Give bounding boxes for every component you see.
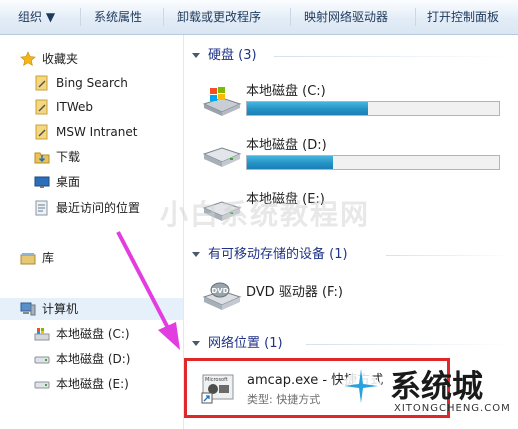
group-header-hard-disks[interactable]: 硬盘 (3) (192, 46, 257, 66)
drive-tile-c[interactable]: 本地磁盘 (C:) (202, 80, 512, 124)
drive-tile-d[interactable]: 本地磁盘 (D:) (202, 134, 512, 178)
toolbar-separator (415, 8, 416, 26)
collapse-arrow-icon (192, 53, 200, 58)
icon-microsoft-text: Microsoft (205, 377, 228, 383)
nav-item-label: 最近访问的位置 (56, 201, 141, 215)
nav-libraries-label: 库 (42, 251, 55, 265)
command-bar: 组织 ▼ 系统属性 卸载或更改程序 映射网络驱动器 打开控制面板 (0, 0, 518, 35)
nav-item-label: Bing Search (56, 76, 128, 90)
capacity-bar (246, 155, 500, 170)
nav-item-label: MSW Intranet (56, 125, 138, 139)
capacity-bar-fill (247, 156, 333, 169)
toolbar-separator (163, 8, 164, 26)
capacity-bar-fill (247, 102, 368, 115)
drive-name: 本地磁盘 (D:) (246, 138, 327, 153)
drive-name: 本地磁盘 (C:) (246, 84, 326, 99)
brand-logo: 系统城 XITONGCHENG.COM (328, 355, 518, 429)
nav-item-label: 本地磁盘 (C:) (56, 327, 130, 341)
drive-icon (202, 147, 242, 167)
group-header-label: 硬盘 (3) (208, 48, 257, 63)
uninstall-program-button[interactable]: 卸载或更改程序 (177, 0, 261, 34)
group-header-label: 有可移动存储的设备 (1) (208, 247, 348, 262)
star-icon (20, 51, 36, 66)
system-properties-button[interactable]: 系统属性 (94, 0, 142, 34)
drive-name: DVD 驱动器 (F:) (246, 285, 343, 300)
shortcut-app-icon: Microsoft (201, 374, 234, 404)
brand-name: 系统城 (390, 369, 483, 405)
collapse-arrow-icon (192, 252, 200, 257)
dvd-drive-icon: DVD (202, 282, 242, 310)
capacity-bar (246, 101, 500, 116)
link-folder-icon (35, 75, 48, 91)
nav-item-label: ITWeb (56, 100, 94, 114)
dvd-drive-tile[interactable]: DVD DVD 驱动器 (F:) (202, 275, 512, 319)
map-network-drive-button[interactable]: 映射网络驱动器 (304, 0, 388, 34)
group-header-network[interactable]: 网络位置 (1) (192, 334, 283, 354)
windows-drive-icon (202, 87, 242, 116)
desktop-icon (34, 176, 50, 188)
windows-drive-icon (34, 328, 50, 341)
recent-places-icon (35, 200, 48, 216)
library-icon (20, 253, 36, 265)
drive-icon (34, 356, 50, 364)
nav-item-label: 下载 (56, 150, 81, 164)
link-folder-icon (35, 99, 48, 115)
drive-icon (34, 381, 50, 389)
toolbar-separator (290, 8, 291, 26)
open-control-panel-button[interactable]: 打开控制面板 (427, 0, 499, 34)
brand-url: XITONGCHENG.COM (394, 403, 511, 414)
dvd-icon-label: DVD (211, 287, 228, 295)
group-header-removable[interactable]: 有可移动存储的设备 (1) (192, 245, 348, 265)
link-folder-icon (35, 124, 48, 140)
organize-button[interactable]: 组织 ▼ (18, 0, 55, 34)
nav-computer-label: 计算机 (42, 302, 79, 316)
collapse-arrow-icon (192, 341, 200, 346)
downloads-folder-icon (34, 152, 50, 164)
group-divider (386, 255, 514, 256)
watermark-text: 小白系统教程网 (160, 198, 371, 231)
nav-item-label: 本地磁盘 (D:) (56, 352, 131, 366)
group-divider (274, 56, 514, 57)
nav-item-label: 本地磁盘 (E:) (56, 377, 129, 391)
computer-icon (20, 302, 36, 316)
network-item-type: 类型: 快捷方式 (247, 393, 321, 406)
nav-favorites-label: 收藏夹 (42, 52, 79, 66)
toolbar-separator (80, 8, 81, 26)
group-header-label: 网络位置 (1) (208, 336, 283, 351)
brand-diamond-icon (339, 364, 383, 408)
navigation-pane: 收藏夹 Bing Search ITWeb MSW Intranet 下载 桌面… (0, 35, 183, 429)
nav-item-label: 桌面 (56, 175, 81, 189)
nav-computer[interactable]: 计算机 (0, 298, 183, 320)
group-divider (306, 344, 514, 345)
